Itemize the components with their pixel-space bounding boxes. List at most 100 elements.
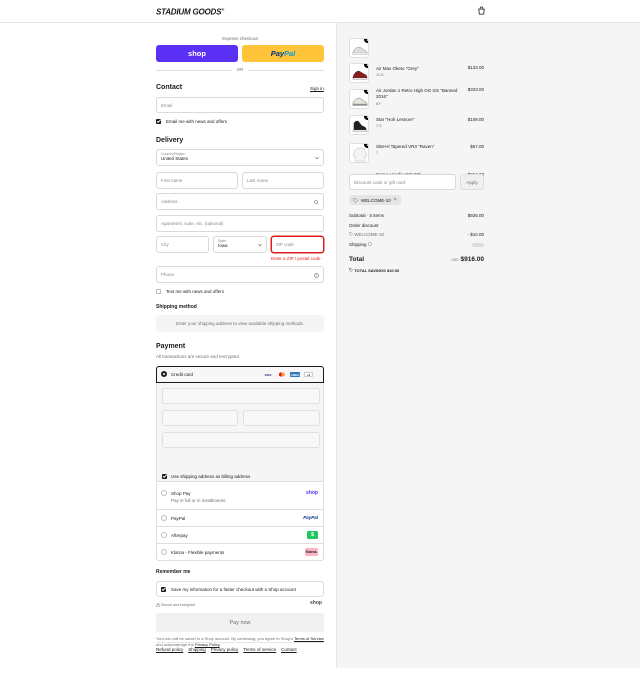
state-select[interactable]: State Iowa xyxy=(213,236,267,253)
lock-icon xyxy=(156,603,160,607)
first-name-field[interactable]: First name xyxy=(156,172,238,189)
shop-pay-radio[interactable] xyxy=(161,490,167,496)
billing-address-checkbox[interactable] xyxy=(162,474,167,479)
visa-icon: VISA xyxy=(264,372,272,377)
remove-discount-icon[interactable]: × xyxy=(394,197,397,203)
search-icon xyxy=(314,200,319,205)
refund-policy-link[interactable]: Refund policy xyxy=(156,647,183,652)
product-price: $109.00 xyxy=(467,117,484,122)
shipping-pending-placeholder xyxy=(472,243,484,247)
klarna-option[interactable]: Klarna - Flexible payments Klarna. xyxy=(156,544,324,561)
credit-card-option[interactable]: Credit card VISA AMEX +4 xyxy=(156,366,324,383)
remember-me-box: Save my information for a faster checkou… xyxy=(156,581,324,597)
discount-code-row: WELCOME-10- $10.00 xyxy=(349,232,484,237)
apartment-field[interactable]: Apartment, suite, etc. (optional) xyxy=(156,215,324,232)
text-news-label: Text me with news and offers xyxy=(166,289,224,294)
stadium-goods-logo[interactable]: STADIUM GOODS® xyxy=(156,7,224,17)
quantity-badge: 1 xyxy=(364,39,368,43)
zip-code-field[interactable]: ZIP code xyxy=(271,236,324,253)
product-name: Sk8-Hi Tapered VR3 "Raven" xyxy=(376,144,435,149)
product-name: Air Jordan 1 Retro High OG GS "Banned 20… xyxy=(376,88,458,99)
apply-button[interactable]: Apply xyxy=(460,174,484,190)
order-discount-row: Order discount xyxy=(349,223,379,228)
sign-in-link[interactable]: Sign in xyxy=(310,86,324,91)
chevron-down-icon xyxy=(315,157,319,160)
amex-icon: AMEX xyxy=(290,372,300,377)
tag-icon xyxy=(353,197,358,203)
last-name-field[interactable]: Last name xyxy=(242,172,324,189)
klarna-label: Klarna - Flexible payments xyxy=(171,550,225,555)
help-circle-icon[interactable] xyxy=(314,273,319,278)
afterpay-label: Afterpay xyxy=(171,533,188,538)
shop-pay-option[interactable]: Shop Pay Pay in full or in installments … xyxy=(156,483,324,510)
card-number-field[interactable] xyxy=(162,388,320,404)
email-field[interactable]: Email xyxy=(156,97,324,113)
credit-card-form: Use shipping address as billing address xyxy=(156,383,324,482)
shopping-bag-icon[interactable] xyxy=(477,6,486,15)
tag-icon xyxy=(349,268,353,272)
help-circle-icon[interactable] xyxy=(367,242,372,246)
footer-links: Refund policy Shipping Privacy policy Te… xyxy=(156,647,297,652)
afterpay-option[interactable]: Afterpay $ xyxy=(156,527,324,544)
credit-card-label: Credit card xyxy=(171,372,194,377)
tag-icon xyxy=(349,232,353,236)
address-field[interactable]: Address xyxy=(156,193,324,210)
shipping-method-heading: Shipping method xyxy=(156,304,197,310)
paypal-button[interactable]: Pay Pal xyxy=(242,45,324,62)
shipping-link[interactable]: Shipping xyxy=(188,647,206,652)
payment-subtitle: All transactions are secure and encrypte… xyxy=(156,354,241,359)
product-variant: 7.5 xyxy=(376,123,382,128)
name-on-card-field[interactable] xyxy=(162,432,320,448)
phone-field[interactable]: Phone xyxy=(156,266,324,283)
product-image: 1 xyxy=(349,63,369,83)
shipping-method-placeholder: Enter your shipping address to view avai… xyxy=(156,315,324,332)
product-price: $67.00 xyxy=(470,144,484,149)
terms-of-service-footer-link[interactable]: Terms of service xyxy=(243,647,276,652)
paypal-label: PayPal xyxy=(171,516,186,521)
paypal-logo: PayPal xyxy=(303,515,318,520)
discount-code-field[interactable]: Discount code or gift card xyxy=(349,174,456,190)
shop-pay-button[interactable]: shop xyxy=(156,45,238,62)
quantity-badge: 1 xyxy=(364,144,368,148)
save-info-checkbox[interactable] xyxy=(161,587,166,592)
product-name: Air Max Oketo "Grey" xyxy=(376,66,419,71)
paypal-option[interactable]: PayPal PayPal xyxy=(156,510,324,527)
country-select[interactable]: Country/Region United States xyxy=(156,149,324,166)
checkout-form: Express checkout shop Pay Pal OR Contact … xyxy=(0,23,336,668)
billing-address-label: Use shipping address as billing address xyxy=(171,474,251,479)
afterpay-radio[interactable] xyxy=(161,532,167,538)
paypal-radio[interactable] xyxy=(161,515,167,521)
mastercard-icon xyxy=(277,372,286,377)
afterpay-logo: $ xyxy=(307,531,318,539)
save-info-label: Save my information for a faster checkou… xyxy=(171,587,296,592)
secure-encrypted-text: Secure and encrypted xyxy=(161,603,196,607)
contact-heading: Contact xyxy=(156,84,183,91)
quantity-badge: 1 xyxy=(364,116,368,120)
zip-error-text: Enter a ZIP / postal code xyxy=(271,256,321,261)
city-field[interactable]: City xyxy=(156,236,209,253)
product-image: 1 xyxy=(349,38,369,58)
total-savings-row: TOTAL SAVINGS $10.00 xyxy=(349,268,484,273)
klarna-radio[interactable] xyxy=(161,549,167,555)
credit-card-radio[interactable] xyxy=(161,371,167,377)
shop-pay-logo: shop xyxy=(306,490,318,496)
pay-now-button[interactable]: Pay now xyxy=(156,613,324,632)
email-news-checkbox[interactable] xyxy=(156,119,161,124)
klarna-logo: Klarna. xyxy=(305,548,318,556)
product-variant: 7 xyxy=(376,150,379,155)
express-checkout-label: Express checkout xyxy=(222,36,258,41)
terms-of-service-link[interactable]: Terms of Service xyxy=(294,636,324,641)
expiration-field[interactable] xyxy=(162,410,238,426)
product-image: 1 xyxy=(349,89,369,109)
security-code-field[interactable] xyxy=(243,410,320,426)
contact-link[interactable]: Contact xyxy=(281,647,297,652)
privacy-policy-footer-link[interactable]: Privacy policy xyxy=(211,647,239,652)
product-name: Star "Hoh Lesnore" xyxy=(376,117,415,122)
product-price: $133.00 xyxy=(467,65,484,70)
delivery-heading: Delivery xyxy=(156,137,184,144)
quantity-badge: 1 xyxy=(364,64,368,68)
quantity-badge: 1 xyxy=(364,90,368,94)
text-news-checkbox[interactable] xyxy=(156,289,161,294)
shop-logo: shop xyxy=(310,600,322,606)
product-image: 1 xyxy=(349,115,369,135)
